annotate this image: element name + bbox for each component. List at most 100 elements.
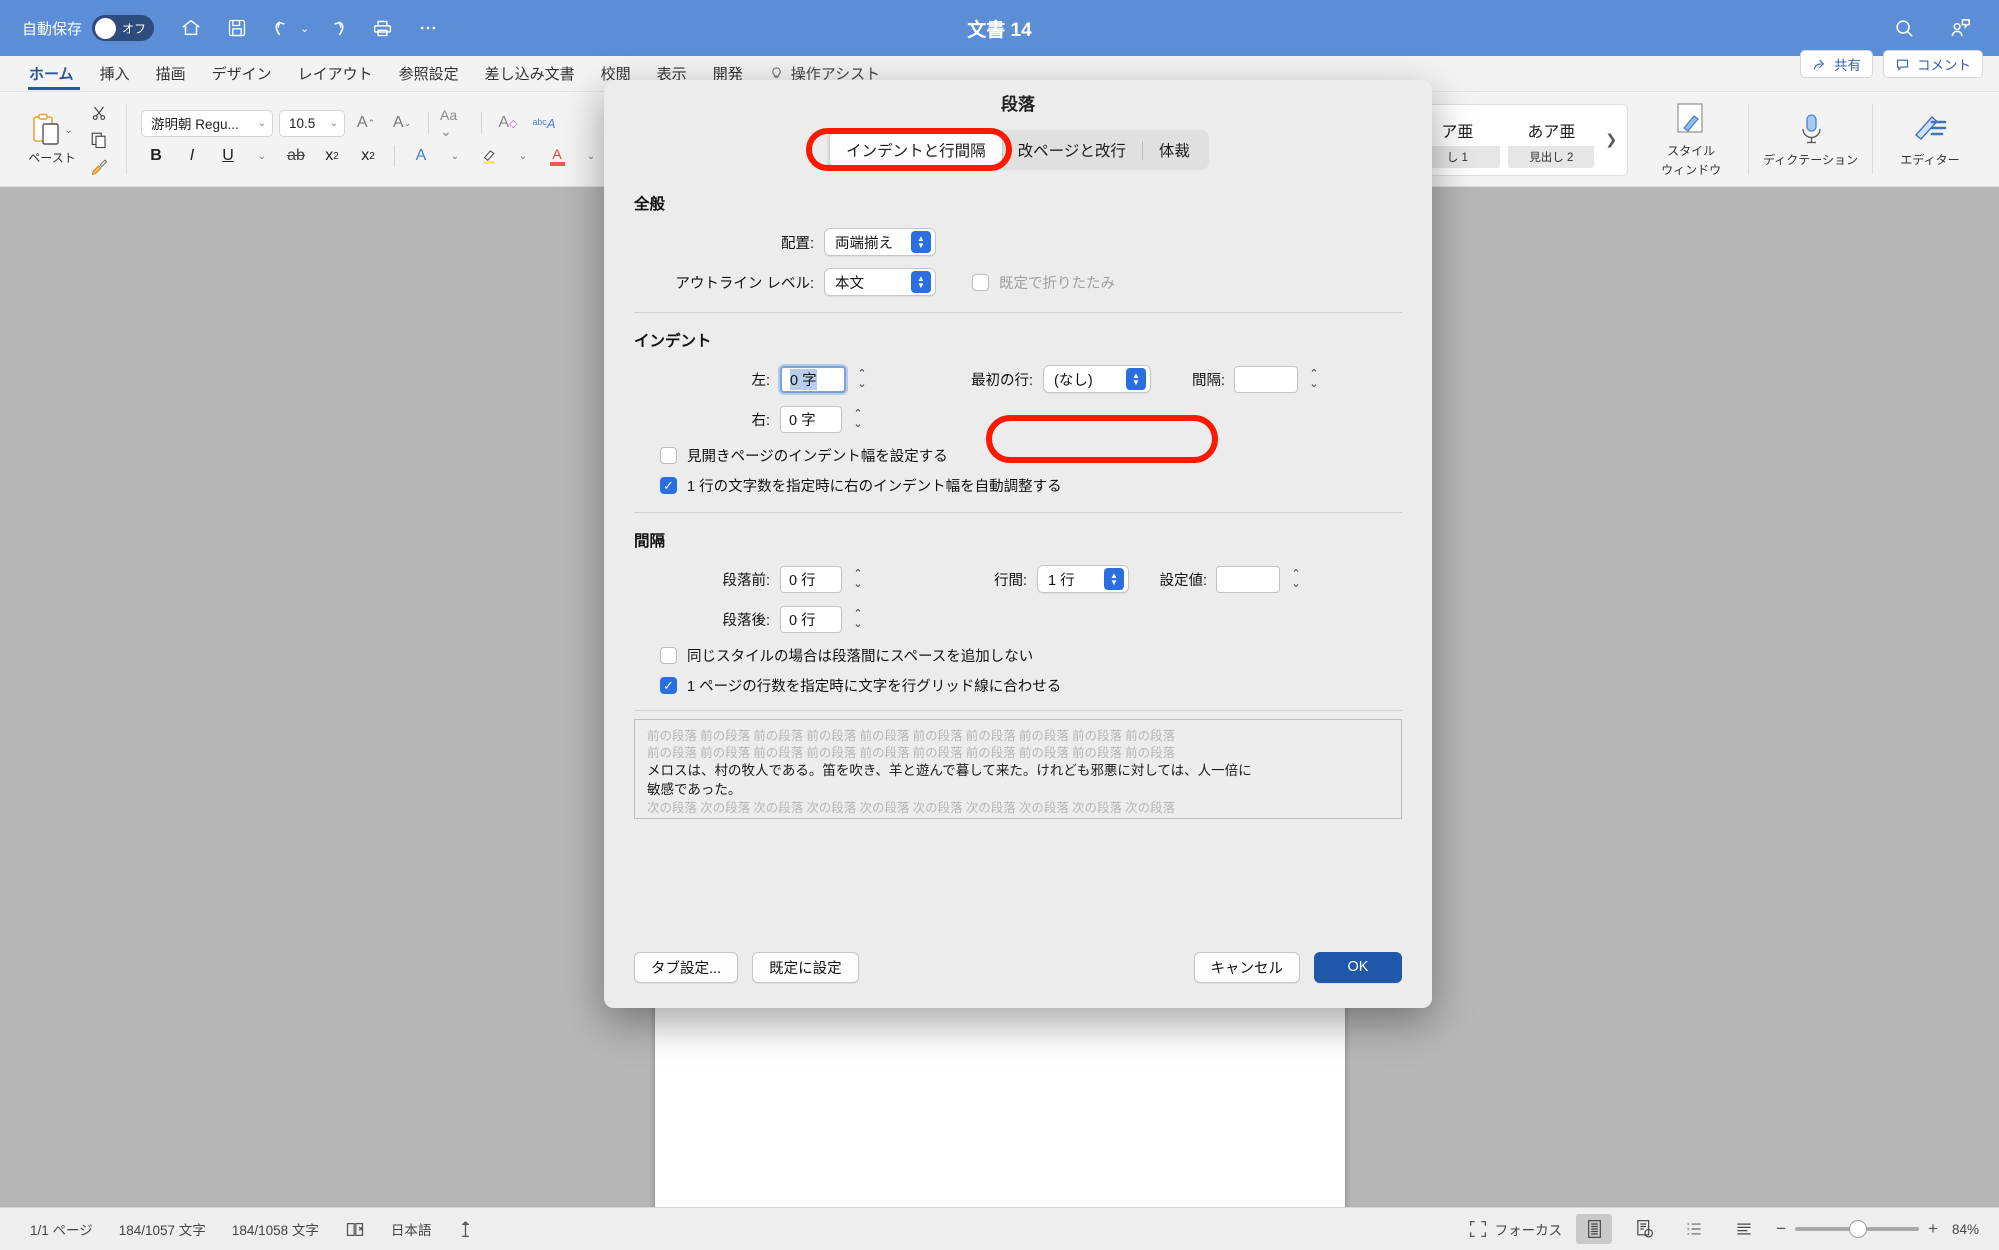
alignment-select[interactable]: 両端揃え ▲ ▼ — [824, 228, 936, 256]
ribbon-tab-insert[interactable]: 挿入 — [87, 56, 143, 92]
no-space-same-style-row[interactable]: 同じスタイルの場合は段落間にスペースを追加しない — [660, 645, 1402, 666]
indent-by-input[interactable] — [1234, 365, 1298, 393]
bold-icon[interactable]: B — [141, 143, 171, 170]
undo-icon[interactable] — [262, 7, 304, 49]
indent-left-stepper[interactable]: ⌃ ⌄ — [853, 365, 871, 393]
proofing-icon[interactable] — [345, 1221, 365, 1238]
no-space-same-style-checkbox[interactable] — [660, 647, 677, 664]
zoom-in-button[interactable]: + — [1928, 1219, 1938, 1239]
line-spacing-select[interactable]: 1 行 ▲ ▼ — [1037, 565, 1129, 593]
autosave-control[interactable]: 自動保存 オフ — [22, 15, 155, 41]
italic-icon[interactable]: I — [177, 143, 207, 170]
subscript-icon[interactable]: x2 — [317, 143, 347, 170]
styles-gallery-more-icon[interactable]: ❯ — [1601, 131, 1621, 148]
line-spacing-at-input[interactable] — [1216, 565, 1280, 593]
ribbon-tab-references[interactable]: 参照設定 — [386, 56, 472, 92]
auto-adjust-right-indent-row[interactable]: ✓ 1 行の文字数を指定時に右のインデント幅を自動調整する — [660, 475, 1402, 496]
indent-left-input[interactable]: 0 字 — [780, 365, 846, 393]
style-item-heading2[interactable]: あア亜 見出し 2 — [1507, 110, 1596, 169]
tabs-settings-button[interactable]: タブ設定... — [634, 951, 739, 983]
language-indicator[interactable]: 日本語 — [391, 1219, 432, 1239]
change-case-icon[interactable]: Aa ⌄ — [440, 107, 470, 139]
mirror-indents-row[interactable]: 見開きページのインデント幅を設定する — [660, 445, 1402, 466]
mirror-indents-checkbox[interactable] — [660, 447, 677, 464]
word-count-2[interactable]: 184/1058 文字 — [232, 1219, 319, 1239]
phonetic-guide-icon[interactable]: ᵃᵇᶜ A — [529, 110, 559, 137]
comment-button[interactable]: コメント — [1883, 50, 1983, 78]
font-color-chevron-down-icon[interactable]: ⌄ — [578, 143, 604, 170]
space-after-input[interactable]: 0 行 — [780, 605, 842, 633]
first-line-stepper-icon[interactable]: ▲ ▼ — [1126, 368, 1146, 390]
text-effects-chevron-down-icon[interactable]: ⌄ — [442, 143, 468, 170]
share-button[interactable]: 共有 — [1800, 50, 1873, 78]
focus-mode-button[interactable]: フォーカス — [1469, 1219, 1562, 1239]
ok-button[interactable]: OK — [1314, 951, 1402, 983]
superscript-icon[interactable]: x2 — [353, 143, 383, 170]
space-before-stepper[interactable]: ⌃ ⌄ — [849, 565, 867, 593]
font-name-combobox[interactable]: 游明朝 Regu... ⌄ — [141, 109, 273, 137]
font-size-chevron-down-icon[interactable]: ⌄ — [330, 118, 338, 129]
font-color-icon[interactable]: A — [542, 143, 572, 170]
redo-icon[interactable] — [315, 7, 357, 49]
page-indicator[interactable]: 1/1 ページ — [30, 1219, 93, 1239]
grow-font-icon[interactable]: A ⌃ — [351, 110, 381, 137]
indent-right-input[interactable]: 0 字 — [780, 405, 842, 433]
print-layout-view-button[interactable] — [1576, 1214, 1613, 1244]
ribbon-tab-draw[interactable]: 描画 — [143, 56, 199, 92]
collapsed-by-default-checkbox[interactable] — [972, 273, 989, 291]
copy-icon[interactable] — [86, 128, 112, 152]
autosave-toggle[interactable]: オフ — [92, 15, 155, 41]
editor-button[interactable]: エディター — [1887, 111, 1973, 168]
paste-button[interactable]: ⌄ ペースト — [24, 113, 80, 166]
space-before-input[interactable]: 0 行 — [780, 565, 842, 593]
line-spacing-stepper-icon[interactable]: ▲ ▼ — [1104, 568, 1124, 590]
outline-level-stepper-icon[interactable]: ▲ ▼ — [911, 271, 931, 293]
ribbon-tab-layout[interactable]: レイアウト — [285, 56, 386, 92]
text-effects-icon[interactable]: A — [406, 143, 436, 170]
outline-view-button[interactable] — [1676, 1214, 1712, 1244]
home-icon[interactable] — [170, 7, 212, 49]
line-spacing-at-stepper[interactable]: ⌃ ⌄ — [1287, 565, 1305, 593]
zoom-out-button[interactable]: − — [1776, 1219, 1786, 1239]
search-icon[interactable] — [1883, 7, 1925, 49]
snap-to-grid-row[interactable]: ✓ 1 ページの行数を指定時に文字を行グリッド線に合わせる — [660, 675, 1402, 696]
cancel-button[interactable]: キャンセル — [1193, 951, 1300, 983]
more-icon[interactable] — [407, 7, 449, 49]
underline-icon[interactable]: U — [213, 143, 243, 170]
people-comment-icon[interactable] — [1939, 7, 1981, 49]
snap-to-grid-checkbox[interactable]: ✓ — [660, 677, 677, 694]
font-name-chevron-down-icon[interactable]: ⌄ — [258, 118, 266, 129]
tab-line-and-page-breaks[interactable]: 改ページと改行 — [1002, 133, 1142, 167]
ribbon-tab-mailings[interactable]: 差し込み文書 — [472, 56, 588, 92]
shrink-font-icon[interactable]: A ⌄ — [387, 110, 417, 137]
ribbon-tab-design[interactable]: デザイン — [199, 56, 285, 92]
outline-level-select[interactable]: 本文 ▲ ▼ — [824, 268, 936, 296]
format-painter-icon[interactable] — [86, 155, 112, 179]
tab-asian-typography[interactable]: 体裁 — [1143, 133, 1206, 167]
draft-view-button[interactable] — [1726, 1214, 1762, 1244]
cut-icon[interactable] — [86, 101, 112, 125]
clear-formatting-icon[interactable]: A ◇ — [493, 110, 523, 137]
set-as-default-button[interactable]: 既定に設定 — [752, 951, 859, 983]
save-icon[interactable] — [216, 7, 258, 49]
ribbon-tab-home[interactable]: ホーム — [16, 56, 87, 92]
alignment-stepper-icon[interactable]: ▲ ▼ — [911, 231, 931, 253]
space-after-stepper[interactable]: ⌃ ⌄ — [849, 605, 867, 633]
print-icon[interactable] — [361, 7, 403, 49]
zoom-slider-track[interactable] — [1795, 1220, 1920, 1238]
collapsed-by-default-row[interactable]: 既定で折りたたみ — [972, 272, 1115, 293]
zoom-slider[interactable]: − + — [1776, 1219, 1938, 1239]
word-count-1[interactable]: 184/1057 文字 — [119, 1219, 206, 1239]
indent-right-stepper[interactable]: ⌃ ⌄ — [849, 405, 867, 433]
undo-chevron-down-icon[interactable]: ⌄ — [300, 22, 309, 35]
strikethrough-icon[interactable]: ab — [281, 143, 311, 170]
highlight-chevron-down-icon[interactable]: ⌄ — [510, 143, 536, 170]
zoom-level[interactable]: 84% — [1952, 1222, 1979, 1237]
underline-chevron-down-icon[interactable]: ⌄ — [249, 143, 275, 170]
web-layout-view-button[interactable] — [1626, 1214, 1662, 1244]
zoom-slider-knob[interactable] — [1849, 1220, 1868, 1238]
paste-chevron-down-icon[interactable]: ⌄ — [64, 125, 72, 136]
first-line-select[interactable]: (なし) ▲ ▼ — [1043, 365, 1151, 393]
dictation-button[interactable]: ディクテーション — [1763, 111, 1858, 168]
auto-adjust-right-indent-checkbox[interactable]: ✓ — [660, 477, 677, 494]
